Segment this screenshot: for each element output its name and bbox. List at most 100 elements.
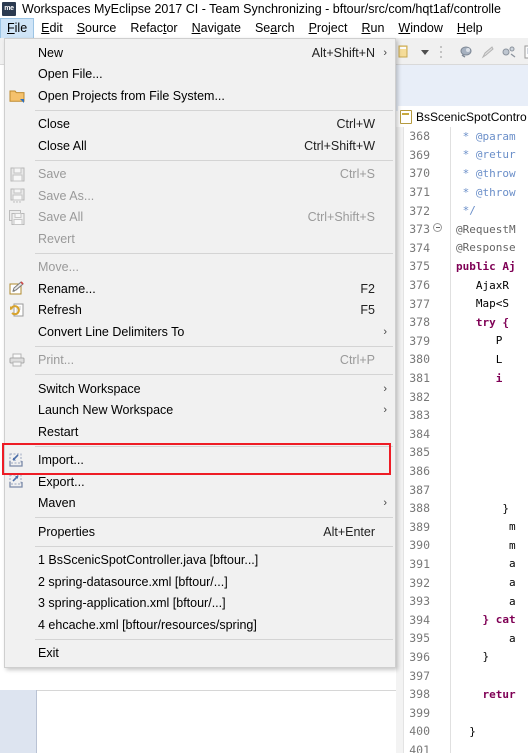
line-number: 401 [409, 742, 430, 753]
code-text: Map<S [456, 297, 509, 311]
code-text: @Response [456, 241, 516, 255]
gutter-divider [443, 517, 451, 537]
menu-separator [35, 345, 393, 347]
menubar-item-source[interactable]: Source [70, 18, 124, 38]
menu-separator [35, 638, 393, 640]
menu-item-label: 1 BsScenicSpotController.java [bftour...… [38, 553, 259, 568]
code-line: 372 */ [396, 201, 522, 220]
menubar-item-file[interactable]: File [0, 17, 35, 38]
code-line: 378 try { [396, 312, 522, 332]
line-number: 385 [409, 445, 430, 460]
line-number: 382 [409, 389, 430, 404]
chevron-right-icon: › [383, 46, 387, 59]
code-editor[interactable]: 368 * @param 369 * @retur 370 * @throw 371 … [396, 127, 528, 753]
code-line: 396 } [396, 647, 522, 667]
gutter-divider [443, 591, 451, 611]
menu-item-maven[interactable]: Maven › [5, 493, 395, 515]
edit-doc-icon[interactable] [522, 44, 528, 60]
menu-item-rename[interactable]: Rename... F2 [5, 278, 395, 300]
menu-item-3-spring-application-xml-bftour[interactable]: 3 spring-application.xml [bftour/...] [5, 593, 395, 615]
menu-item-open-projects-from-file-system[interactable]: Open Projects from File System... [5, 85, 395, 107]
java-file-icon [400, 109, 412, 124]
menubar-item-window[interactable]: Window [391, 18, 449, 38]
code-line: 385 [396, 443, 522, 462]
menu-item-new[interactable]: New Alt+Shift+N › [5, 42, 395, 64]
perspective-icon[interactable] [396, 44, 412, 60]
menubar-item-search[interactable]: Search [248, 18, 302, 38]
menu-item-import[interactable]: Import... [5, 450, 395, 472]
code-text: * @param [456, 129, 516, 143]
menu-item-label: Print... [38, 353, 75, 368]
menu-item-shortcut: Ctrl+P [339, 353, 375, 368]
menubar-item-run[interactable]: Run [354, 18, 391, 38]
menu-separator [35, 545, 393, 547]
gutter-divider [443, 201, 451, 220]
menu-item-launch-new-workspace[interactable]: Launch New Workspace › [5, 400, 395, 422]
menubar-item-help[interactable]: Help [450, 18, 490, 38]
gutter-divider [443, 294, 451, 313]
menu-item-close[interactable]: Close Ctrl+W [5, 114, 395, 136]
menu-item-2-spring-datasource-xml-bftour[interactable]: 2 spring-datasource.xml [bftour/...] [5, 571, 395, 593]
pen-icon[interactable] [480, 44, 496, 60]
menu-item-icon-slot [5, 228, 29, 250]
menu-item-open-file[interactable]: Open File... [5, 64, 395, 86]
line-number: 376 [409, 278, 430, 293]
editor-tab-strip-bg [396, 65, 528, 111]
gutter-divider [443, 331, 451, 351]
run-config-icon[interactable] [501, 44, 517, 60]
debug-icon[interactable] [459, 44, 475, 60]
menubar-item-refactor[interactable]: Refactor [123, 18, 184, 38]
code-line: 387 [396, 480, 522, 499]
menubar-item-edit[interactable]: Edit [34, 18, 70, 38]
gutter-divider [443, 238, 451, 258]
menu-item-1-bsscenicspotcontroller-java-bfto[interactable]: 1 BsScenicSpotController.java [bftour...… [5, 550, 395, 572]
app-icon: me [2, 1, 16, 16]
code-line: 394 } cat [396, 610, 522, 630]
menubar-item-navigate[interactable]: Navigate [185, 18, 248, 38]
menu-item-shortcut: Alt+Shift+N [311, 45, 375, 60]
line-number: 383 [409, 408, 430, 423]
menu-item-exit[interactable]: Exit [5, 643, 395, 665]
line-number: 381 [409, 371, 430, 386]
menu-item-restart[interactable]: Restart [5, 421, 395, 443]
menu-item-shortcut: Ctrl+Shift+W [304, 138, 375, 153]
line-number: 393 [409, 594, 430, 609]
code-text: public Aj [456, 259, 516, 273]
chevron-down-icon[interactable] [417, 44, 433, 60]
code-line: 395 a [396, 629, 522, 648]
fold-collapse-icon[interactable] [432, 223, 443, 235]
code-text: m [456, 538, 516, 552]
gutter-divider [443, 145, 451, 165]
menu-separator [35, 252, 393, 254]
menu-separator [35, 109, 393, 111]
menu-item-icon-slot [5, 378, 29, 400]
gutter-divider [443, 312, 451, 332]
code-line: 375 public Aj [396, 257, 522, 276]
code-line: 389 m [396, 517, 522, 537]
gutter-divider [443, 480, 451, 499]
line-number: 373 [409, 222, 430, 237]
code-line: 381 i [396, 368, 522, 388]
gutter-divider [443, 443, 451, 462]
menu-item-properties[interactable]: Properties Alt+Enter [5, 521, 395, 543]
menu-item-export[interactable]: Export... [5, 471, 395, 493]
myeclipse-window: me Workspaces MyEclipse 2017 CI - Team S… [0, 0, 528, 753]
menu-separator [35, 159, 393, 161]
menu-item-shortcut: Ctrl+Shift+S [307, 210, 375, 225]
menu-item-close-all[interactable]: Close All Ctrl+Shift+W [5, 135, 395, 157]
menu-item-switch-workspace[interactable]: Switch Workspace › [5, 378, 395, 400]
menu-item-refresh[interactable]: Refresh F5 [5, 300, 395, 322]
line-number: 397 [409, 668, 430, 683]
menu-item-4-ehcache-xml-bftour-resources-spr[interactable]: 4 ehcache.xml [bftour/resources/spring] [5, 614, 395, 636]
menu-item-label: Refresh [38, 303, 82, 318]
menu-item-icon-slot [5, 493, 29, 515]
editor-tab-active[interactable]: BsScenicSpotContro [398, 106, 528, 127]
code-text: i [456, 371, 503, 385]
save-icon [5, 164, 29, 186]
code-line: 384 [396, 424, 522, 444]
code-line: 377 Map<S [396, 294, 522, 313]
menu-item-convert-line-delimiters-to[interactable]: Convert Line Delimiters To › [5, 321, 395, 343]
menubar-item-project[interactable]: Project [302, 18, 355, 38]
code-text: P [456, 334, 503, 348]
menu-item-move: Move... [5, 257, 395, 279]
